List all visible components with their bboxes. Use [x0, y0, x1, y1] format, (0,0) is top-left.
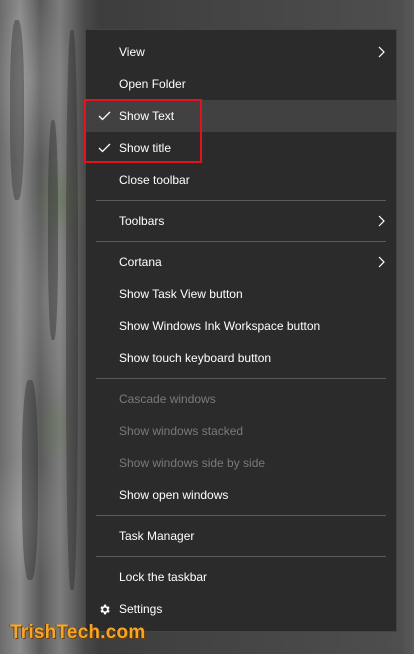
- menu-item-show-touch-keyboard-button[interactable]: Show touch keyboard button: [86, 342, 396, 374]
- menu-item-label: Cortana: [119, 255, 162, 269]
- menu-item-label: Cascade windows: [119, 392, 216, 406]
- menu-item-label: Show open windows: [119, 488, 229, 502]
- menu-item-task-manager[interactable]: Task Manager: [86, 520, 396, 552]
- menu-item-view[interactable]: View: [86, 36, 396, 68]
- menu-item-label: Show Windows Ink Workspace button: [119, 319, 321, 333]
- menu-item-show-open-windows[interactable]: Show open windows: [86, 479, 396, 511]
- menu-item-show-text[interactable]: Show Text: [86, 100, 396, 132]
- menu-item-label: Open Folder: [119, 77, 186, 91]
- menu-item-label: Show Task View button: [119, 287, 243, 301]
- chevron-right-icon: [376, 36, 388, 68]
- rock-texture: [48, 120, 58, 340]
- check-icon: [96, 132, 112, 164]
- menu-item-label: Show windows stacked: [119, 424, 244, 438]
- menu-item-label: Close toolbar: [119, 173, 190, 187]
- check-icon: [96, 100, 112, 132]
- menu-item-label: View: [119, 45, 145, 59]
- menu-item-label: Toolbars: [119, 214, 165, 228]
- menu-item-show-ink-workspace-button[interactable]: Show Windows Ink Workspace button: [86, 310, 396, 342]
- gear-icon: [96, 593, 112, 625]
- chevron-right-icon: [376, 246, 388, 278]
- menu-item-lock-taskbar[interactable]: Lock the taskbar: [86, 561, 396, 593]
- menu-separator: [96, 241, 386, 242]
- menu-item-show-task-view-button[interactable]: Show Task View button: [86, 278, 396, 310]
- menu-item-label: Task Manager: [119, 529, 195, 543]
- rock-texture: [10, 20, 24, 200]
- menu-item-label: Settings: [119, 602, 163, 616]
- menu-item-label: Show touch keyboard button: [119, 351, 272, 365]
- chevron-right-icon: [376, 205, 388, 237]
- menu-item-cascade-windows: Cascade windows: [86, 383, 396, 415]
- rock-texture: [66, 30, 78, 590]
- menu-item-show-windows-side-by-side: Show windows side by side: [86, 447, 396, 479]
- menu-item-toolbars[interactable]: Toolbars: [86, 205, 396, 237]
- menu-item-settings[interactable]: Settings: [86, 593, 396, 625]
- menu-separator: [96, 515, 386, 516]
- taskbar-context-menu: View Open Folder Show Text Show title Cl…: [85, 29, 397, 632]
- menu-item-label: Show title: [119, 141, 172, 155]
- menu-item-close-toolbar[interactable]: Close toolbar: [86, 164, 396, 196]
- menu-separator: [96, 378, 386, 379]
- menu-item-label: Lock the taskbar: [119, 570, 208, 584]
- menu-item-show-windows-stacked: Show windows stacked: [86, 415, 396, 447]
- menu-item-open-folder[interactable]: Open Folder: [86, 68, 396, 100]
- menu-item-label: Show Text: [119, 109, 175, 123]
- rock-texture: [22, 380, 38, 580]
- menu-separator: [96, 200, 386, 201]
- menu-item-cortana[interactable]: Cortana: [86, 246, 396, 278]
- watermark-text: TrishTech.com: [10, 622, 146, 643]
- menu-item-label: Show windows side by side: [119, 456, 266, 470]
- menu-item-show-title[interactable]: Show title: [86, 132, 396, 164]
- menu-separator: [96, 556, 386, 557]
